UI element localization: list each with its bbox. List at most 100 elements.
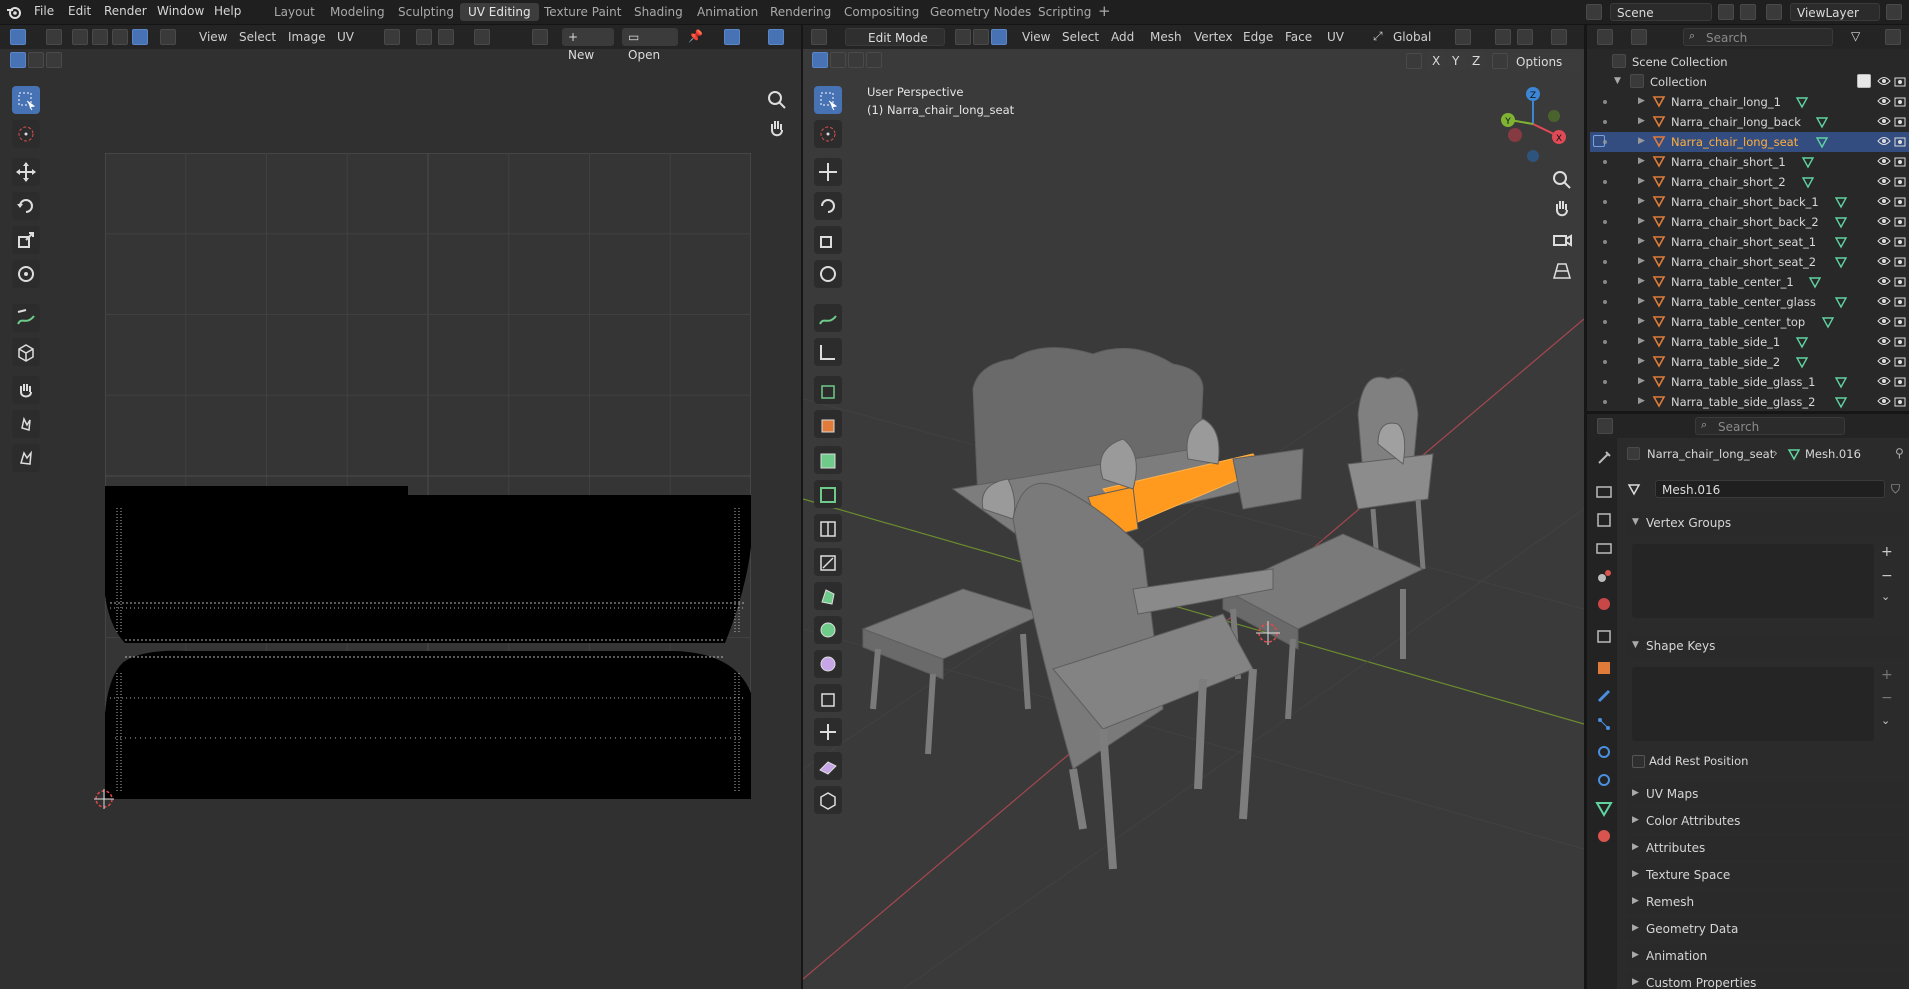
proportional-editing-icon[interactable] [1551,29,1567,45]
render-camera-icon[interactable] [1894,395,1906,407]
viewport-menu-edge[interactable]: Edge [1243,30,1273,44]
perspective-toggle-icon[interactable] [1550,258,1574,282]
mesh-data-icon[interactable] [1834,295,1848,309]
vp-select-new-icon[interactable] [812,52,828,68]
vp-tool-annotate[interactable] [814,304,842,332]
blender-logo-icon[interactable] [6,4,22,20]
visibility-eye-icon[interactable] [1877,155,1891,167]
viewport-menu-view[interactable]: View [1022,30,1050,44]
vertex-groups-list[interactable] [1632,544,1874,618]
panel-shape-keys[interactable]: ▼ Shape Keys [1626,634,1904,658]
add-vertex-group-icon[interactable]: + [1881,544,1893,560]
viewport-menu-vertex[interactable]: Vertex [1194,30,1233,44]
mesh-data-icon[interactable] [1834,215,1848,229]
outliner-item[interactable]: ▶ Narra_chair_short_seat_2 [1590,252,1909,272]
expand-chevron-icon[interactable]: ▶ [1638,156,1645,166]
visibility-eye-icon[interactable] [1877,375,1891,387]
gizmo-toggle-icon[interactable] [724,29,740,45]
expand-chevron-icon[interactable]: ▶ [1638,276,1645,286]
outliner-item[interactable]: ▶ Narra_table_center_top [1590,312,1909,332]
menu-window[interactable]: Window [157,4,204,18]
uv-island-select-icon[interactable] [132,29,148,45]
visibility-eye-icon[interactable] [1877,395,1891,407]
collapse-chevron-icon[interactable]: ▼ [1614,76,1621,86]
outliner-item[interactable]: ▶ Narra_table_side_2 [1590,352,1909,372]
expand-chevron-icon[interactable]: ▶ [1638,316,1645,326]
expand-chevron-icon[interactable]: ▶ [1638,376,1645,386]
mesh-data-icon[interactable] [1834,375,1848,389]
tab-physics-icon[interactable] [1594,742,1614,762]
pin-properties-icon[interactable]: ⚲ [1895,446,1904,460]
fake-user-icon[interactable]: ⛉ [1891,482,1900,497]
viewport-menu-mesh[interactable]: Mesh [1150,30,1182,44]
exclude-checkbox[interactable] [1857,74,1871,88]
vp-select-invert-icon[interactable] [866,52,882,68]
render-camera-icon[interactable] [1894,195,1906,207]
camera-view-icon[interactable] [1550,228,1574,252]
visibility-eye-icon[interactable] [1877,195,1891,207]
tool-move[interactable] [12,158,40,186]
proportional-edit-icon[interactable] [474,29,490,45]
tab-scripting[interactable]: Scripting [1030,3,1099,21]
mirror-x-toggle[interactable]: X [1428,52,1446,70]
viewport-menu-select[interactable]: Select [1062,30,1099,44]
outliner-item[interactable]: ▶ Narra_table_side_1 [1590,332,1909,352]
tab-view-layer-icon[interactable] [1594,538,1614,558]
edit-mode-indicator-icon[interactable] [1593,135,1605,147]
expand-chevron-icon[interactable]: ▶ [1638,396,1645,406]
expand-chevron-icon[interactable]: ▶ [1638,296,1645,306]
visibility-eye-icon[interactable] [1877,295,1891,307]
vp-tool-measure[interactable] [814,338,842,366]
tab-compositing[interactable]: Compositing [836,3,927,21]
vp-tool-shear[interactable] [814,752,842,780]
render-camera-icon[interactable] [1894,215,1906,227]
tab-texture-paint[interactable]: Texture Paint [536,3,629,21]
outliner-item[interactable]: ▶ Narra_chair_long_1 [1590,92,1909,112]
expand-chevron-icon[interactable]: ▶ [1638,336,1645,346]
remove-shape-key-icon[interactable]: − [1881,690,1893,706]
vp-tool-poly-build[interactable] [814,582,842,610]
mesh-data-icon[interactable] [1834,195,1848,209]
mesh-data-icon[interactable] [1821,315,1835,329]
vp-zoom-icon[interactable] [1550,168,1574,192]
render-camera-icon[interactable] [1894,295,1906,307]
panel-animation[interactable]: ▶ Animation [1626,944,1904,968]
uv-menu-view[interactable]: View [199,30,227,44]
panel-remesh[interactable]: ▶ Remesh [1626,890,1904,914]
tab-tool-icon[interactable] [1594,448,1614,468]
tool-annotate[interactable] [12,304,40,332]
mesh-browse-icon[interactable] [1627,482,1641,496]
mesh-data-icon[interactable] [1834,395,1848,409]
render-camera-icon[interactable] [1894,315,1906,327]
vertex-select-mode-icon[interactable] [955,29,971,45]
vp-tool-transform[interactable] [814,260,842,288]
mesh-data-icon[interactable] [1808,275,1822,289]
tool-pinch[interactable] [12,444,40,472]
edge-select-mode-icon[interactable] [973,29,989,45]
render-camera-icon[interactable] [1894,275,1906,287]
transform-orientation-selector[interactable]: Global [1393,30,1431,44]
new-view-layer-icon[interactable] [1886,4,1902,20]
vp-tool-extrude[interactable] [814,410,842,438]
tool-transform[interactable] [12,260,40,288]
tab-shading[interactable]: Shading [626,3,691,21]
shape-keys-list[interactable] [1632,667,1874,741]
pivot-point-icon[interactable] [1455,29,1471,45]
visibility-eye-icon[interactable] [1877,235,1891,247]
outliner-item[interactable]: ▶ Narra_table_side_glass_2 [1590,392,1909,412]
mirror-z-toggle[interactable]: Z [1468,52,1486,70]
render-camera-icon[interactable] [1894,175,1906,187]
tab-output-icon[interactable] [1594,510,1614,530]
navigation-gizmo[interactable]: Z X Y [1496,82,1570,166]
render-camera-icon[interactable] [1894,355,1906,367]
properties-editor-type-icon[interactable] [1597,418,1613,434]
mesh-name-field[interactable]: Mesh.016 [1655,480,1885,498]
tab-constraints-icon[interactable] [1594,770,1614,790]
visibility-eye-icon[interactable] [1877,275,1891,287]
vp-tool-rip[interactable] [814,786,842,814]
new-image-button[interactable]: + New [562,28,614,62]
panel-attributes[interactable]: ▶ Attributes [1626,836,1904,860]
overlay-toggle-icon[interactable] [768,29,784,45]
tab-animation[interactable]: Animation [689,3,766,21]
uv-grid-canvas[interactable] [105,153,751,799]
